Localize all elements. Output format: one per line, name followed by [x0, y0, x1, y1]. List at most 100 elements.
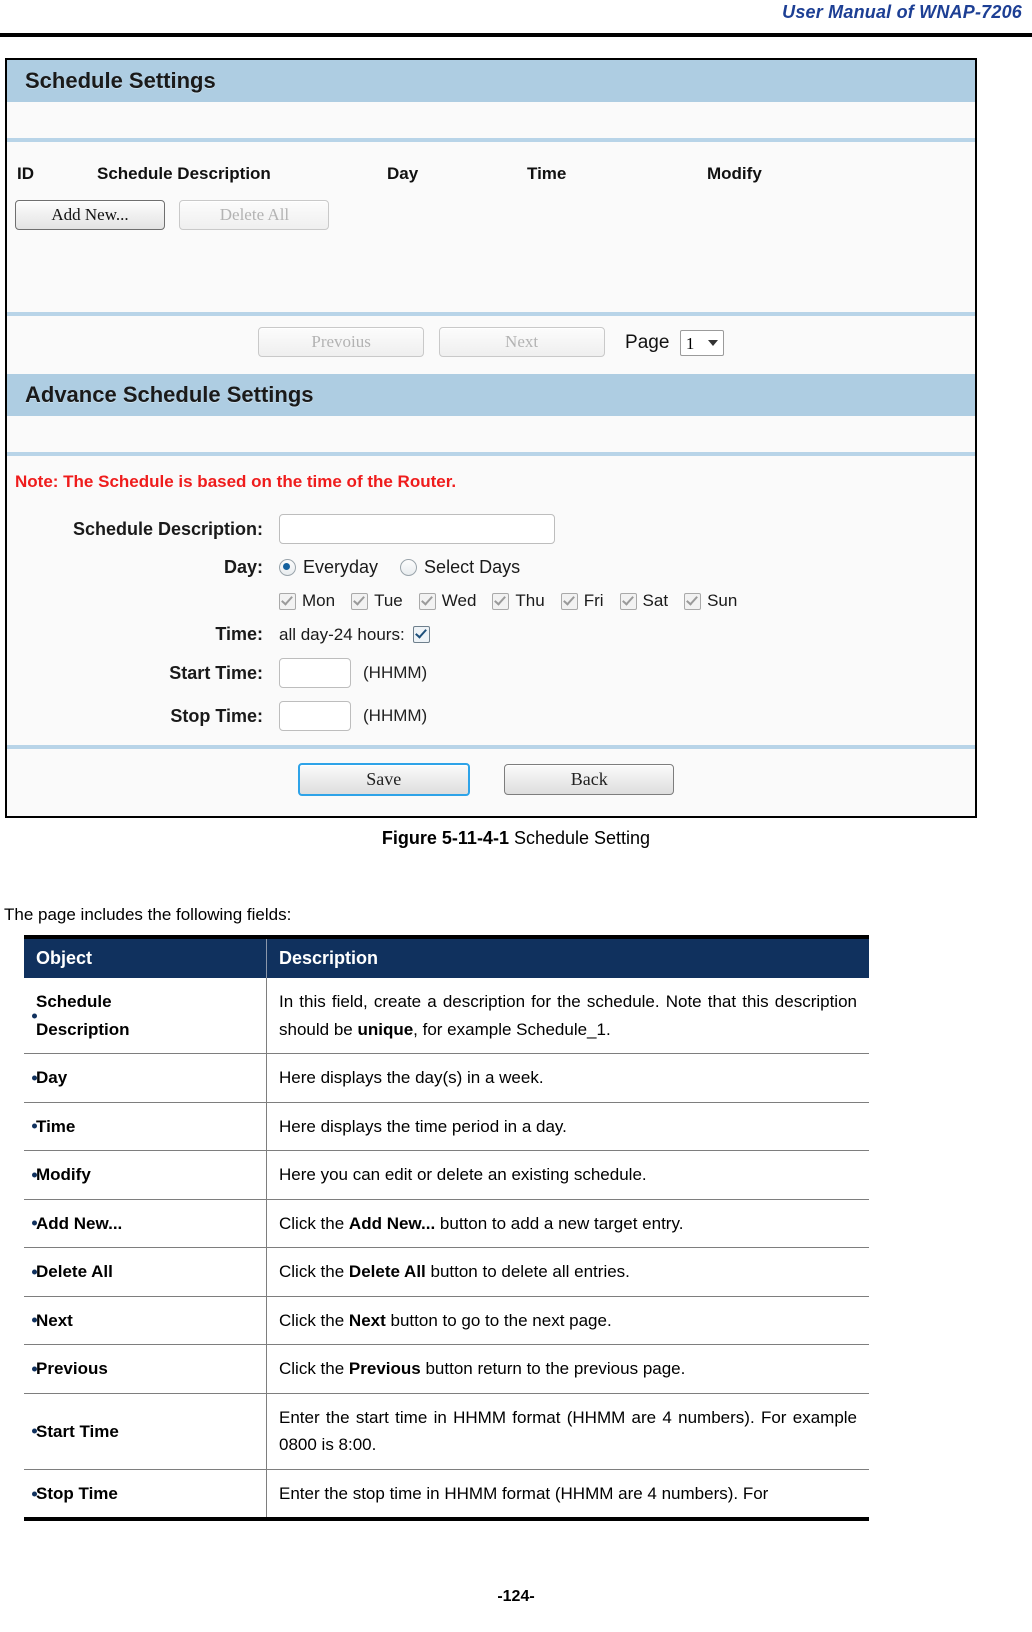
- table-body: Schedule Description In this field, create…: [24, 978, 870, 1520]
- field-description-table: Object Description Schedule Description In…: [24, 935, 870, 1522]
- schedule-note: Note: The Schedule is based on the time …: [7, 456, 975, 492]
- plain-text: Enter the stop time in HHMM format (HHMM…: [279, 1483, 769, 1503]
- checkbox-thu[interactable]: [492, 592, 510, 610]
- plain-text: Click the: [279, 1262, 349, 1282]
- row-description-cell: Enter the stop time in HHMM format (HHMM…: [267, 1469, 870, 1519]
- table-row: Modify Here you can edit or delete an exi…: [24, 1150, 869, 1200]
- row-object-label: Previous: [36, 1359, 108, 1379]
- page-number: -124-: [497, 1588, 535, 1605]
- advance-schedule-form: Schedule Description: Day: Everyday Sele…: [7, 492, 975, 731]
- header-description: Description: [266, 937, 869, 978]
- emphasis-text: Delete All: [348, 1262, 426, 1282]
- plain-text: button to go to the next page.: [385, 1310, 612, 1330]
- figure-caption: Figure 5-11-4-1 Schedule Setting: [0, 828, 1032, 849]
- checkbox-fri-label: Fri: [583, 591, 604, 610]
- emphasis-text: Previous: [348, 1359, 421, 1379]
- start-time-hint: (HHMM): [363, 663, 428, 682]
- plain-text: Enter the start time in HHMM format (HHM…: [279, 1407, 857, 1455]
- bullet-icon: [32, 1428, 37, 1434]
- row-description-cell: Here displays the day(s) in a week.: [266, 1053, 869, 1103]
- checkbox-wed-label: Wed: [441, 591, 477, 610]
- plain-text: Click the: [279, 1310, 349, 1330]
- table-row: Day Here displays the day(s) in a week.: [24, 1053, 869, 1103]
- checkbox-all-day[interactable]: [412, 626, 430, 643]
- row-object-label: Start Time: [36, 1421, 119, 1441]
- field-row-days: Mon Tue Wed Thu Fri Sat Sun: [7, 591, 975, 611]
- delete-all-button[interactable]: Delete All: [179, 200, 330, 230]
- column-id: ID: [17, 164, 34, 183]
- all-day-label: all day-24 hours:: [279, 624, 405, 644]
- page-select[interactable]: 1: [679, 329, 724, 356]
- table-row: Time Here displays the time period in a d…: [24, 1102, 869, 1152]
- row-object-cell: Next: [24, 1296, 267, 1346]
- start-time-input[interactable]: [279, 658, 351, 688]
- advance-schedule-settings-title: Advance Schedule Settings: [7, 374, 975, 416]
- plain-text: Here you can edit or delete an existing …: [279, 1165, 647, 1185]
- row-object-cell: Modify: [24, 1150, 267, 1200]
- add-new-button[interactable]: Add New...: [15, 200, 165, 230]
- row-object-cell: Time: [24, 1102, 267, 1152]
- table-row: Schedule Description In this field, create…: [24, 978, 869, 1055]
- next-button[interactable]: Next: [438, 327, 605, 357]
- row-object-cell: Day: [24, 1053, 267, 1103]
- header-rule: [0, 33, 1032, 37]
- checkbox-wed[interactable]: [418, 592, 436, 610]
- plain-text: button to delete all entries.: [425, 1262, 630, 1282]
- plain-text: Click the: [279, 1359, 349, 1379]
- table-row: Stop Time Enter the stop time in HHMM for…: [24, 1469, 870, 1520]
- column-day: Day: [387, 164, 419, 183]
- row-object-label: Day: [36, 1068, 68, 1088]
- table-row: Previous Click the Previous button return…: [24, 1344, 869, 1394]
- table-row: Delete All Click the Delete All button to…: [24, 1247, 869, 1297]
- pagination-bar: Prevoius Next Page 1: [7, 316, 975, 374]
- panel-spacer-top: [7, 102, 975, 138]
- bullet-icon: [32, 1269, 37, 1275]
- row-description-cell: Here you can edit or delete an existing …: [266, 1150, 869, 1200]
- schedule-description-input[interactable]: [279, 514, 555, 544]
- bullet-icon: [32, 1366, 37, 1372]
- back-button[interactable]: Back: [504, 764, 675, 795]
- checkbox-sat-label: Sat: [642, 591, 669, 610]
- row-description-cell: In this field, create a description for …: [266, 978, 869, 1055]
- figure-number: Figure 5-11-4-1: [381, 828, 509, 848]
- time-label: Time:: [215, 624, 263, 644]
- row-object-cell: Stop Time: [24, 1469, 267, 1520]
- row-object-cell: Previous: [24, 1344, 267, 1394]
- stop-time-input[interactable]: [279, 701, 351, 731]
- checkbox-sat[interactable]: [619, 592, 637, 610]
- bullet-icon: [32, 1491, 37, 1497]
- bullet-icon: [32, 1317, 37, 1323]
- header-object: Object: [24, 937, 267, 978]
- page-select-value: 1: [685, 333, 695, 353]
- row-object-cell: Delete All: [24, 1247, 267, 1297]
- bullet-icon: [32, 1123, 37, 1129]
- checkbox-tue[interactable]: [351, 592, 369, 610]
- bullet-icon: [32, 1013, 37, 1019]
- checkbox-mon[interactable]: [279, 592, 296, 610]
- lead-in-text: The page includes the following fields:: [4, 905, 292, 924]
- field-row-time: Time: all day-24 hours:: [7, 624, 975, 645]
- checkbox-fri[interactable]: [560, 592, 578, 610]
- column-modify: Modify: [707, 164, 762, 183]
- row-object-label: Next: [36, 1310, 73, 1330]
- radio-everyday-label: Everyday: [303, 557, 379, 577]
- previous-button[interactable]: Prevoius: [258, 327, 425, 357]
- bullet-icon: [32, 1220, 37, 1226]
- plain-text: Here displays the day(s) in a week.: [279, 1068, 544, 1088]
- emphasis-text: unique: [357, 1019, 414, 1039]
- schedule-settings-title: Schedule Settings: [7, 60, 975, 102]
- checkbox-sun[interactable]: [684, 592, 702, 610]
- radio-everyday[interactable]: [279, 559, 296, 576]
- row-object-label: Delete All: [36, 1262, 113, 1282]
- row-description-cell: Click the Add New... button to add a new…: [266, 1199, 869, 1249]
- chevron-down-icon: [707, 339, 718, 346]
- field-row-stop-time: Stop Time: (HHMM): [7, 701, 975, 731]
- column-description: Schedule Description: [97, 164, 271, 183]
- table-row: Next Click the Next button to go to the n…: [24, 1296, 869, 1346]
- checkbox-tue-label: Tue: [374, 591, 403, 610]
- day-checkbox-group: Mon Tue Wed Thu Fri Sat Sun: [279, 591, 975, 611]
- list-action-buttons: Add New... Delete All: [15, 200, 339, 230]
- save-button[interactable]: Save: [297, 763, 470, 796]
- row-object-label: Time: [36, 1116, 76, 1136]
- radio-select-days[interactable]: [400, 559, 418, 576]
